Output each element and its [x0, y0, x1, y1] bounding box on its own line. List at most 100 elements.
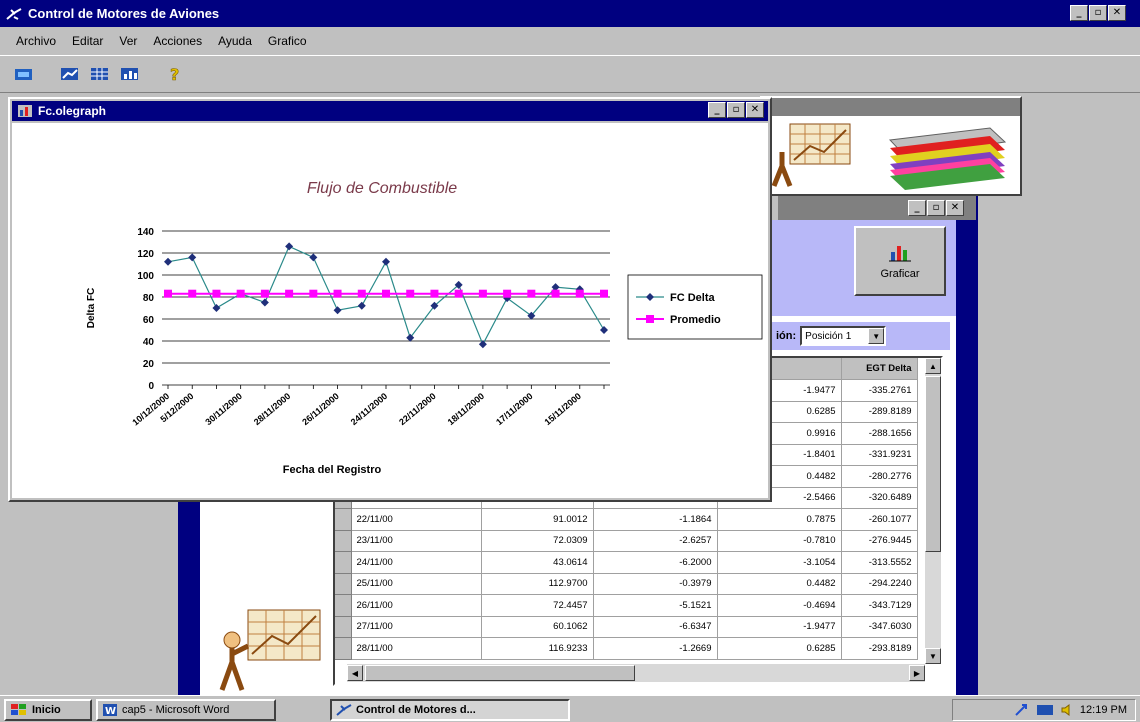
menu-ver[interactable]: Ver — [117, 34, 139, 48]
minimize-button[interactable]: _ — [1070, 5, 1088, 21]
table-cell[interactable]: -260.1077 — [841, 508, 918, 531]
table-cell[interactable]: 22/11/00 — [351, 508, 482, 531]
table-row[interactable]: 24/11/00 43.0614 -6.2000 -3.1054 -313.5552 — [335, 551, 918, 574]
table-cell[interactable]: 60.1062 — [481, 616, 594, 638]
table-cell[interactable]: -335.2761 — [841, 379, 918, 402]
table-cell[interactable]: 27/11/00 — [351, 616, 482, 638]
row-selector[interactable] — [335, 508, 352, 531]
clock: 12:19 PM — [1079, 704, 1127, 716]
table-cell[interactable]: 23/11/00 — [351, 530, 482, 552]
position-select[interactable]: Posición 1 ▼ — [800, 326, 887, 346]
chart-icon[interactable] — [118, 63, 142, 85]
vertical-scrollbar[interactable]: ▲ ▼ — [925, 358, 941, 664]
menu-editar[interactable]: Editar — [70, 34, 105, 48]
table-cell[interactable]: 116.9233 — [481, 637, 594, 660]
speaker-icon[interactable] — [1060, 703, 1074, 717]
table-row[interactable]: 28/11/00 116.9233 -1.2669 0.6285 -293.8189 — [335, 637, 918, 660]
table-icon[interactable] — [88, 63, 112, 85]
table-cell[interactable]: 0.7875 — [717, 508, 842, 531]
table-cell[interactable]: 0.6285 — [717, 637, 842, 660]
table-cell[interactable]: -293.8189 — [841, 637, 918, 660]
table-cell[interactable]: -280.2776 — [841, 465, 918, 488]
menu-grafico[interactable]: Grafico — [266, 34, 309, 48]
table-cell[interactable]: -1.9477 — [717, 616, 842, 638]
position-value: Posición 1 — [805, 330, 852, 342]
row-selector[interactable] — [335, 573, 352, 595]
open-icon[interactable] — [12, 63, 36, 85]
graph-icon[interactable] — [58, 63, 82, 85]
background-window — [760, 96, 1022, 196]
vertical-scroll-thumb[interactable] — [925, 376, 941, 552]
table-cell[interactable]: 24/11/00 — [351, 551, 482, 574]
menu-archivo[interactable]: Archivo — [14, 34, 58, 48]
table-cell[interactable]: 25/11/00 — [351, 573, 482, 595]
table-cell[interactable]: -276.9445 — [841, 530, 918, 552]
form-minimize-button[interactable]: _ — [908, 200, 926, 216]
scroll-down-icon[interactable]: ▼ — [925, 648, 941, 664]
graficar-button[interactable]: Graficar — [854, 226, 946, 296]
table-cell[interactable]: -3.1054 — [717, 551, 842, 574]
table-cell[interactable]: -294.2240 — [841, 573, 918, 595]
pointer-icon[interactable] — [1014, 703, 1030, 717]
table-cell[interactable]: 28/11/00 — [351, 637, 482, 660]
row-selector[interactable] — [335, 530, 352, 552]
row-selector[interactable] — [335, 616, 352, 638]
data-point-promedio — [551, 289, 560, 298]
horizontal-scrollbar[interactable]: ◀ ▶ — [347, 664, 925, 682]
table-cell[interactable]: 112.9700 — [481, 573, 594, 595]
table-cell[interactable]: -288.1656 — [841, 422, 918, 445]
row-selector[interactable] — [335, 594, 352, 617]
close-button[interactable]: ✕ — [1108, 5, 1126, 21]
data-point-fc-delta — [333, 306, 342, 315]
table-cell[interactable]: -289.8189 — [841, 401, 918, 423]
table-row[interactable]: 25/11/00 112.9700 -0.3979 0.4482 -294.2240 — [335, 573, 918, 595]
table-row[interactable]: 23/11/00 72.0309 -2.6257 -0.7810 -276.9445 — [335, 530, 918, 552]
table-cell[interactable]: 26/11/00 — [351, 594, 482, 617]
table-cell[interactable]: -331.9231 — [841, 444, 918, 466]
table-cell[interactable]: -347.6030 — [841, 616, 918, 638]
scroll-right-icon[interactable]: ▶ — [909, 665, 925, 681]
column-header-egt-delta[interactable]: EGT Delta — [841, 358, 918, 380]
table-cell[interactable]: -2.6257 — [593, 530, 718, 552]
taskbar-item-word[interactable]: W cap5 - Microsoft Word — [96, 699, 276, 721]
taskbar-item-control[interactable]: Control de Motores d... — [330, 699, 570, 721]
menu-acciones[interactable]: Acciones — [151, 34, 204, 48]
row-selector[interactable] — [335, 637, 352, 660]
chart-maximize-button[interactable]: ▫ — [727, 102, 745, 118]
table-cell[interactable]: -5.1521 — [593, 594, 718, 617]
table-cell[interactable]: 72.4457 — [481, 594, 594, 617]
menu-ayuda[interactable]: Ayuda — [216, 34, 254, 48]
table-cell[interactable]: -313.5552 — [841, 551, 918, 574]
help-icon[interactable]: ? — [164, 63, 188, 85]
chart-close-button[interactable]: ✕ — [746, 102, 764, 118]
table-cell[interactable]: 43.0614 — [481, 551, 594, 574]
horizontal-scroll-thumb[interactable] — [365, 665, 635, 681]
table-row[interactable]: 26/11/00 72.4457 -5.1521 -0.4694 -343.7129 — [335, 594, 918, 617]
table-cell[interactable]: 91.0012 — [481, 508, 594, 531]
maximize-button[interactable]: ▫ — [1089, 5, 1107, 21]
row-selector[interactable] — [335, 551, 352, 574]
table-row[interactable]: 22/11/00 91.0012 -1.1864 0.7875 -260.1077 — [335, 508, 918, 531]
table-cell[interactable]: -6.2000 — [593, 551, 718, 574]
chevron-down-icon[interactable]: ▼ — [868, 328, 885, 344]
scroll-up-icon[interactable]: ▲ — [925, 358, 941, 374]
table-cell[interactable]: -1.1864 — [593, 508, 718, 531]
table-cell[interactable]: -0.4694 — [717, 594, 842, 617]
table-cell[interactable]: -343.7129 — [841, 594, 918, 617]
table-cell[interactable]: 72.0309 — [481, 530, 594, 552]
table-cell[interactable]: -320.6489 — [841, 487, 918, 509]
table-row[interactable]: 27/11/00 60.1062 -6.6347 -1.9477 -347.6030 — [335, 616, 918, 638]
form-close-button[interactable]: ✕ — [946, 200, 964, 216]
table-cell[interactable]: 0.4482 — [717, 573, 842, 595]
network-icon[interactable] — [1036, 703, 1054, 717]
y-tick-label: 40 — [143, 337, 155, 348]
form-maximize-button[interactable]: ▫ — [927, 200, 945, 216]
table-cell[interactable]: -1.2669 — [593, 637, 718, 660]
table-cell[interactable]: -0.7810 — [717, 530, 842, 552]
chart-minimize-button[interactable]: _ — [708, 102, 726, 118]
start-button[interactable]: Inicio — [4, 699, 92, 721]
table-cell[interactable]: -0.3979 — [593, 573, 718, 595]
data-point-promedio — [260, 289, 269, 298]
scroll-left-icon[interactable]: ◀ — [347, 665, 363, 681]
table-cell[interactable]: -6.6347 — [593, 616, 718, 638]
